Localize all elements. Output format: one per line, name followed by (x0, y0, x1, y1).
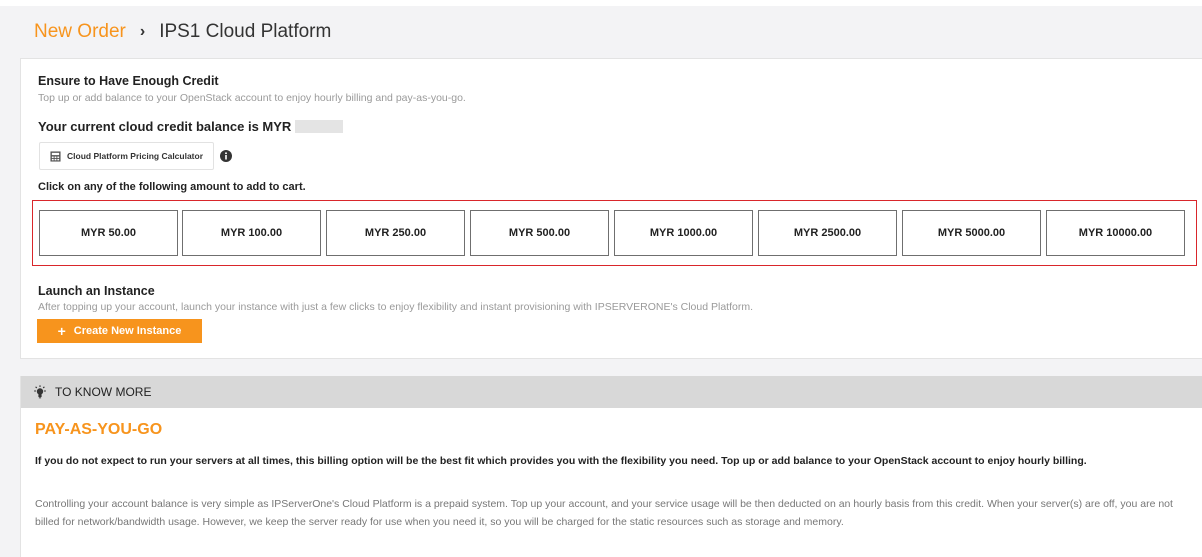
amount-button-250[interactable]: MYR 250.00 (326, 210, 465, 256)
breadcrumb-separator: › (139, 23, 146, 40)
amount-button-1000[interactable]: MYR 1000.00 (614, 210, 753, 256)
amount-instruction: Click on any of the following amount to … (38, 181, 306, 193)
pay-as-you-go-heading: PAY-AS-YOU-GO (35, 421, 163, 438)
amount-options-group: MYR 50.00 MYR 100.00 MYR 250.00 MYR 500.… (32, 200, 1197, 266)
credit-panel: Ensure to Have Enough Credit Top up or a… (20, 58, 1202, 359)
plus-icon: + (57, 323, 66, 339)
create-new-instance-button[interactable]: + Create New Instance (37, 319, 202, 343)
calculator-icon (50, 150, 61, 162)
launch-subtext: After topping up your account, launch yo… (38, 301, 753, 313)
credit-heading: Ensure to Have Enough Credit (38, 74, 219, 88)
amount-button-2500[interactable]: MYR 2500.00 (758, 210, 897, 256)
balance-line: Your current cloud credit balance is MYR (38, 119, 344, 134)
lightbulb-icon (34, 385, 46, 399)
know-more-header: TO KNOW MORE (21, 376, 1202, 408)
amount-button-5000[interactable]: MYR 5000.00 (902, 210, 1041, 256)
know-more-title: TO KNOW MORE (55, 385, 152, 399)
breadcrumb: New Order › IPS1 Cloud Platform (34, 20, 331, 44)
pricing-calculator-label: Cloud Platform Pricing Calculator (67, 151, 204, 161)
info-icon[interactable] (220, 150, 232, 162)
page-title: IPS1 Cloud Platform (159, 21, 332, 42)
amount-button-50[interactable]: MYR 50.00 (39, 210, 178, 256)
credit-subtext: Top up or add balance to your OpenStack … (38, 92, 466, 104)
pay-as-you-go-summary: If you do not expect to run your servers… (35, 455, 1087, 467)
top-strip (0, 0, 1202, 6)
balance-text: Your current cloud credit balance is MYR (38, 119, 292, 134)
balance-redacted-value (295, 120, 344, 133)
amount-button-100[interactable]: MYR 100.00 (182, 210, 321, 256)
amount-button-500[interactable]: MYR 500.00 (470, 210, 609, 256)
launch-heading: Launch an Instance (38, 284, 155, 298)
amount-button-10000[interactable]: MYR 10000.00 (1046, 210, 1185, 256)
know-more-section: TO KNOW MORE PAY-AS-YOU-GO If you do not… (20, 376, 1202, 557)
breadcrumb-parent-link[interactable]: New Order (34, 20, 126, 44)
pay-as-you-go-details: Controlling your account balance is very… (35, 498, 1173, 528)
create-new-instance-label: Create New Instance (73, 325, 182, 337)
pricing-calculator-button[interactable]: Cloud Platform Pricing Calculator (39, 142, 215, 170)
